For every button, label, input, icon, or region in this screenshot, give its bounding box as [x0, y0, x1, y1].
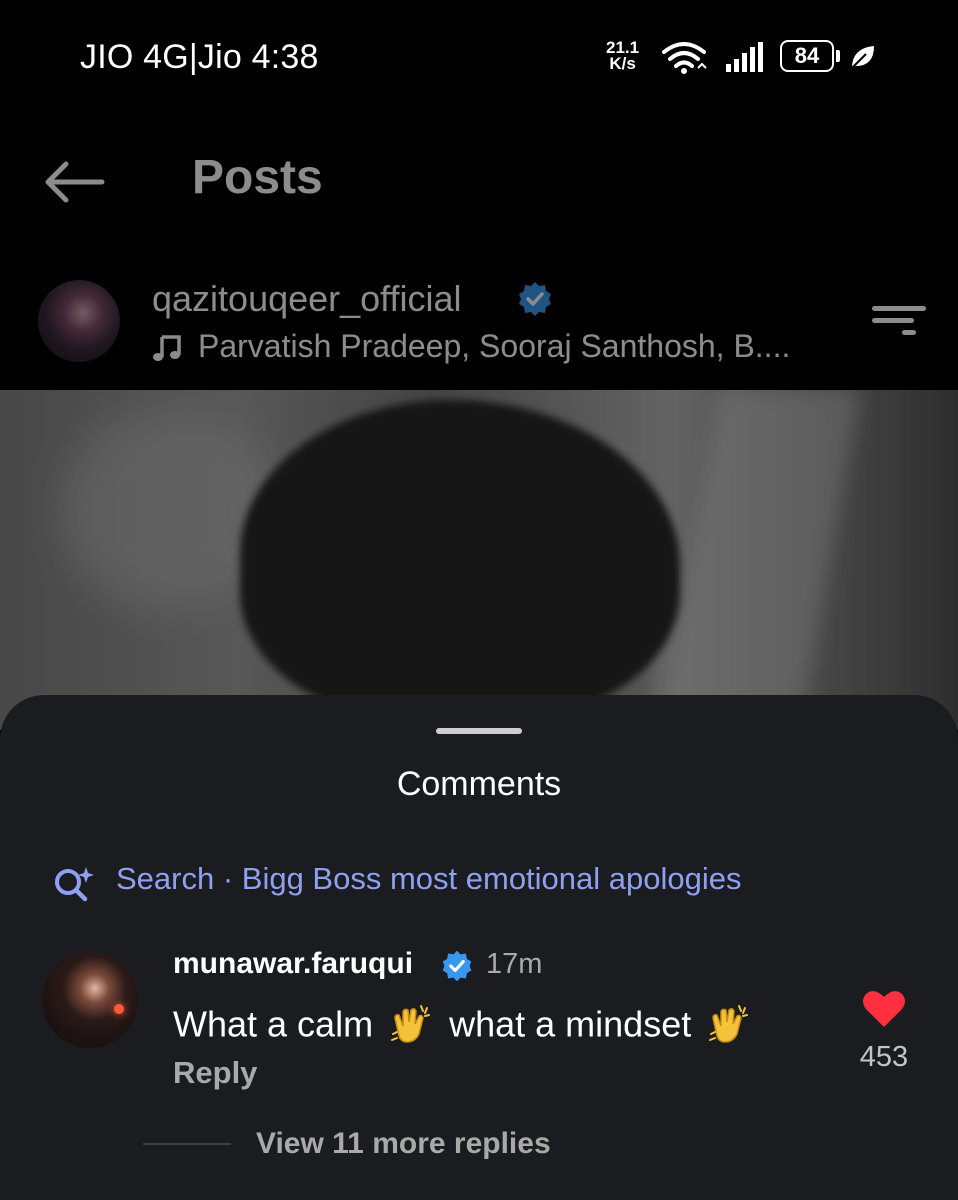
- comments-title: Comments: [396, 765, 562, 803]
- arrow-left-icon[interactable]: [42, 160, 106, 204]
- sheet-drag-handle[interactable]: [436, 728, 522, 734]
- comment-username[interactable]: munawar.faruqui: [173, 947, 413, 981]
- leaf-icon: [851, 46, 874, 69]
- sparkle-search-icon: [55, 867, 94, 902]
- network-speed-unit: K/s: [609, 54, 636, 73]
- comment-timestamp: 17m: [486, 948, 543, 980]
- comment-text-part2: what a mindset: [449, 1003, 692, 1045]
- clapping-hands-icon: [709, 1005, 749, 1044]
- carrier-time: JIO 4G|Jio 4:38: [80, 38, 319, 76]
- menu-icon[interactable]: [872, 306, 928, 336]
- battery-icon: 84: [780, 40, 834, 72]
- post-image[interactable]: [0, 390, 958, 730]
- status-bar: JIO 4G|Jio 4:38 21.1 K/s 84: [0, 0, 958, 120]
- network-speed: 21.1 K/s: [606, 39, 639, 73]
- like-count: 453: [859, 1041, 909, 1073]
- photo-dim-overlay: [0, 390, 958, 730]
- related-search-label: Search · Bigg Boss most emotional apolog…: [116, 861, 742, 896]
- replies-divider: [143, 1143, 231, 1145]
- battery-tip: [836, 50, 840, 62]
- reply-button[interactable]: Reply: [173, 1055, 257, 1091]
- comment-text: What a calm what a mindset: [173, 1001, 757, 1046]
- verified-badge-icon: [519, 282, 551, 316]
- post-author-username[interactable]: qazitouqeer_official: [152, 278, 462, 320]
- verified-badge-icon: [442, 950, 472, 982]
- avatar-stage-light: [114, 1004, 124, 1014]
- post-audio-label[interactable]: Parvatish Pradeep, Sooraj Santhosh, B...…: [198, 328, 790, 365]
- signal-icon: [726, 42, 763, 72]
- comments-sheet: Comments Search · Bigg Boss most emotion…: [0, 695, 958, 1200]
- heart-icon[interactable]: [862, 989, 906, 1029]
- music-note-icon: [153, 335, 181, 361]
- wifi-icon: [662, 42, 707, 74]
- page-title: Posts: [192, 151, 323, 204]
- view-more-replies-button[interactable]: View 11 more replies: [256, 1127, 551, 1161]
- comment-text-part1: What a calm: [173, 1003, 374, 1045]
- clapping-hands-icon: [391, 1005, 431, 1044]
- post-author-avatar[interactable]: [38, 280, 120, 362]
- comment-avatar[interactable]: [42, 952, 138, 1048]
